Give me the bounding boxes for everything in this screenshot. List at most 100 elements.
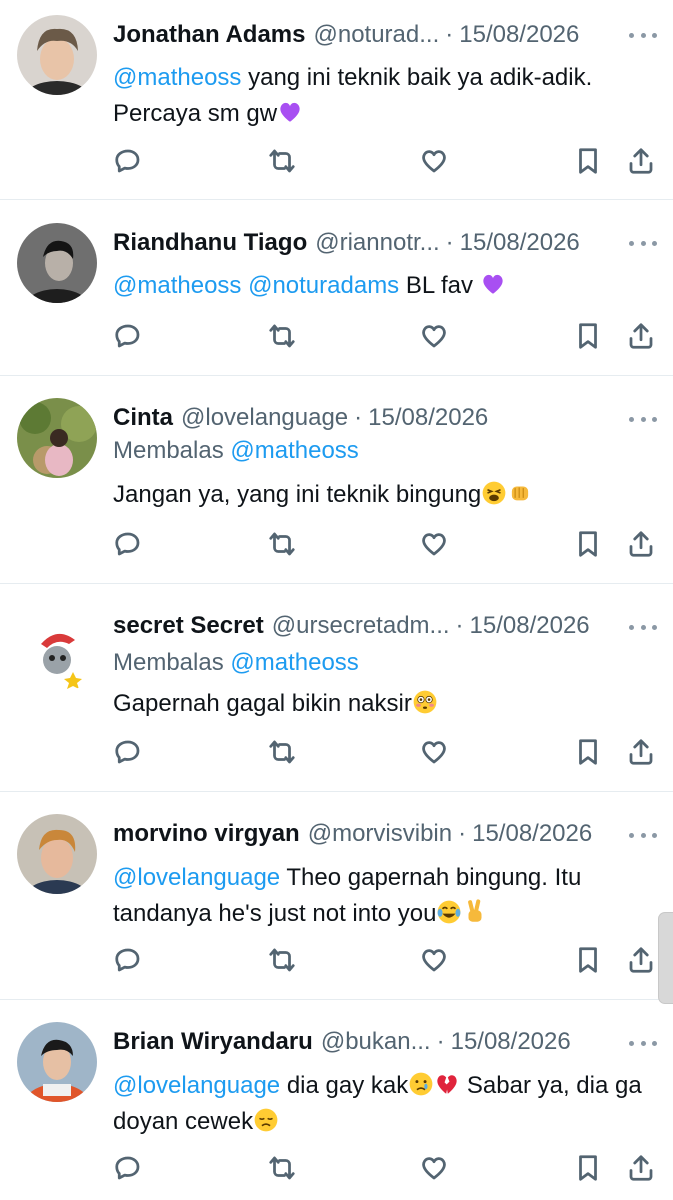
bookmark-icon[interactable] [568, 1148, 608, 1188]
bookmark-icon[interactable] [568, 940, 608, 980]
author-name[interactable]: Riandhanu Tiago [113, 229, 307, 257]
replying-to-handle[interactable]: @matheoss [230, 437, 358, 464]
mention-link[interactable]: @lovelanguage [113, 1072, 280, 1099]
avatar[interactable] [17, 398, 97, 478]
share-icon[interactable] [621, 1148, 661, 1188]
reply-icon[interactable] [108, 940, 148, 980]
purple-heart-emoji [480, 271, 506, 297]
tweet-text: Gapernah gagal bikin naksir [113, 686, 653, 722]
bookmark-icon[interactable] [568, 316, 608, 356]
retweet-icon[interactable] [262, 316, 302, 356]
author-handle[interactable]: @morvisvibin [308, 820, 452, 848]
tweet-text-segment: BL fav [399, 272, 480, 299]
tweet-text: @lovelanguage dia gay kak Sabar ya, dia … [113, 1068, 653, 1140]
more-icon[interactable] [629, 30, 657, 40]
reply-tweet[interactable]: Jonathan Adams @noturad... · 15/08/2026 … [0, 0, 673, 200]
reply-icon[interactable] [108, 141, 148, 181]
like-icon[interactable] [414, 940, 454, 980]
share-icon[interactable] [621, 940, 661, 980]
author-handle[interactable]: @bukan... [321, 1028, 431, 1056]
share-icon[interactable] [621, 732, 661, 772]
reply-tweet[interactable]: Brian Wiryandaru @bukan... · 15/08/2026 … [0, 1000, 673, 1200]
author-handle[interactable]: @riannotr... [315, 229, 439, 257]
action-bar [0, 940, 673, 980]
reply-tweet[interactable]: Cinta @lovelanguage · 15/08/2026 Membala… [0, 376, 673, 584]
disappointed-face-emoji [253, 1107, 279, 1133]
separator: · [455, 612, 464, 639]
bookmark-icon[interactable] [568, 732, 608, 772]
tweet-header: secret Secret @ursecretadm... · 15/08/20… [113, 608, 590, 644]
tweet-date[interactable]: 15/08/2026 [472, 820, 592, 848]
replying-to: Membalas @matheoss [113, 437, 359, 465]
tweet-text: @matheoss yang ini teknik baik ya adik-a… [113, 60, 653, 132]
like-icon[interactable] [414, 524, 454, 564]
tweet-text: @matheoss @noturadams BL fav [113, 268, 653, 304]
action-bar [0, 1148, 673, 1188]
reply-icon[interactable] [108, 1148, 148, 1188]
more-icon[interactable] [629, 238, 657, 248]
more-icon[interactable] [629, 414, 657, 424]
tweet-date[interactable]: 15/08/2026 [459, 21, 579, 49]
more-icon[interactable] [629, 622, 657, 632]
retweet-icon[interactable] [262, 141, 302, 181]
tweet-text-segment: Gapernah gagal bikin naksir [113, 690, 412, 717]
scrollbar[interactable] [658, 912, 673, 1004]
tweet-date[interactable]: 15/08/2026 [368, 404, 488, 432]
author-handle[interactable]: @lovelanguage [181, 404, 348, 432]
like-icon[interactable] [414, 316, 454, 356]
action-bar [0, 141, 673, 181]
more-icon[interactable] [629, 1038, 657, 1048]
reply-icon[interactable] [108, 732, 148, 772]
replying-to: Membalas @matheoss [113, 649, 359, 677]
reply-tweet[interactable]: Riandhanu Tiago @riannotr... · 15/08/202… [0, 200, 673, 376]
tweet-header: Brian Wiryandaru @bukan... · 15/08/2026 [113, 1024, 571, 1060]
crying-face-emoji [408, 1071, 434, 1097]
retweet-icon[interactable] [262, 1148, 302, 1188]
purple-heart-emoji [277, 99, 303, 125]
author-name[interactable]: Jonathan Adams [113, 21, 305, 49]
tweet-date[interactable]: 15/08/2026 [460, 229, 580, 257]
author-handle[interactable]: @noturad... [313, 21, 439, 49]
laughing-tears-emoji [436, 899, 462, 925]
avatar[interactable] [17, 814, 97, 894]
bookmark-icon[interactable] [568, 141, 608, 181]
share-icon[interactable] [621, 524, 661, 564]
action-bar [0, 524, 673, 564]
author-name[interactable]: Cinta [113, 404, 173, 432]
reply-tweet[interactable]: morvino virgyan @morvisvibin · 15/08/202… [0, 792, 673, 1000]
share-icon[interactable] [621, 316, 661, 356]
like-icon[interactable] [414, 141, 454, 181]
tweet-date[interactable]: 15/08/2026 [470, 612, 590, 640]
replying-to-handle[interactable]: @matheoss [230, 649, 358, 676]
separator: · [445, 21, 454, 48]
like-icon[interactable] [414, 1148, 454, 1188]
share-icon[interactable] [621, 141, 661, 181]
author-name[interactable]: Brian Wiryandaru [113, 1028, 313, 1056]
mention-link[interactable]: @matheoss @noturadams [113, 272, 399, 299]
avatar[interactable] [17, 1022, 97, 1102]
avatar[interactable] [17, 223, 97, 303]
tweet-header: Cinta @lovelanguage · 15/08/2026 [113, 400, 488, 436]
avatar[interactable] [17, 614, 97, 694]
flushed-face-emoji [412, 689, 438, 715]
retweet-icon[interactable] [262, 940, 302, 980]
author-handle[interactable]: @ursecretadm... [272, 612, 450, 640]
reply-icon[interactable] [108, 524, 148, 564]
reply-tweet[interactable]: secret Secret @ursecretadm... · 15/08/20… [0, 584, 673, 792]
mention-link[interactable]: @matheoss [113, 64, 241, 91]
mention-link[interactable]: @lovelanguage [113, 864, 280, 891]
tweet-text-segment: dia gay kak [280, 1072, 409, 1099]
avatar[interactable] [17, 15, 97, 95]
author-name[interactable]: secret Secret [113, 612, 264, 640]
like-icon[interactable] [414, 732, 454, 772]
action-bar [0, 316, 673, 356]
tweet-date[interactable]: 15/08/2026 [451, 1028, 571, 1056]
retweet-icon[interactable] [262, 732, 302, 772]
bookmark-icon[interactable] [568, 524, 608, 564]
retweet-icon[interactable] [262, 524, 302, 564]
tweet-header: Riandhanu Tiago @riannotr... · 15/08/202… [113, 225, 580, 261]
tweet-text: Jangan ya, yang ini teknik bingung [113, 477, 653, 513]
reply-icon[interactable] [108, 316, 148, 356]
more-icon[interactable] [629, 830, 657, 840]
author-name[interactable]: morvino virgyan [113, 820, 300, 848]
